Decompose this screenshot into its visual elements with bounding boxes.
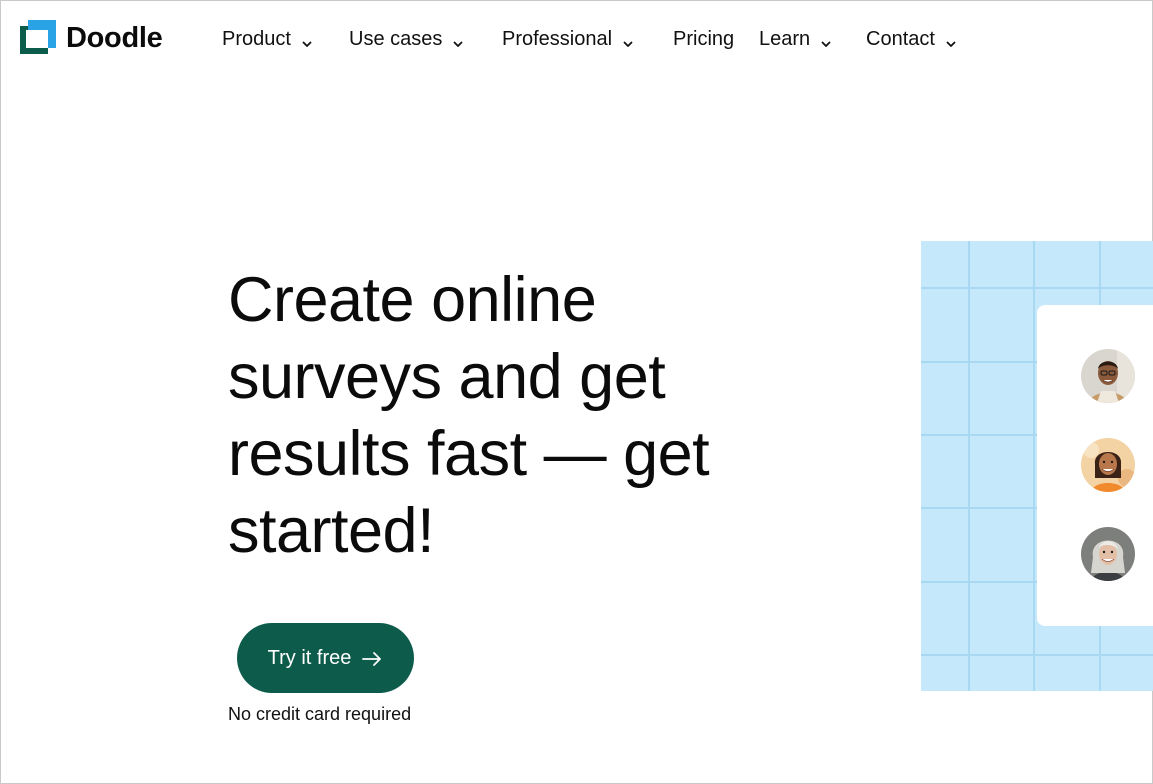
hero-title-line: Create online: [228, 265, 597, 335]
no-credit-card-note: No credit card required: [228, 704, 412, 724]
brand-name: Doodle: [66, 22, 163, 54]
avatar: [1081, 349, 1135, 403]
doodle-logo-icon: [20, 20, 56, 56]
nav-item-label: Use cases: [349, 27, 443, 50]
chevron-down-icon: [945, 33, 957, 47]
try-it-free-button[interactable]: Try it free: [237, 623, 414, 693]
nav-item-pricing[interactable]: Pricing: [673, 24, 734, 54]
participants-card: [1037, 305, 1153, 626]
chevron-down-icon: [820, 33, 832, 47]
grid-line: [921, 287, 1153, 289]
nav-item-contact[interactable]: Contact: [866, 24, 957, 54]
nav-item-label: Learn: [759, 27, 811, 50]
nav-item-professional[interactable]: Professional: [502, 24, 634, 54]
nav-item-label: Product: [222, 27, 291, 50]
grid-line: [968, 241, 970, 691]
nav-item-label: Pricing: [673, 27, 735, 50]
nav-item-use-cases[interactable]: Use cases: [349, 24, 464, 54]
chevron-down-icon: [452, 33, 464, 47]
hero-title-line: surveys and get: [228, 342, 666, 412]
nav-item-learn[interactable]: Learn: [759, 24, 832, 54]
doodle-logo[interactable]: Doodle: [20, 20, 163, 56]
cta-label: Try it free: [267, 646, 352, 669]
nav-item-product[interactable]: Product: [222, 24, 313, 54]
grid-line: [921, 654, 1153, 656]
site-header: Doodle Product Use cases Professional Pr…: [0, 0, 1153, 78]
arrow-right-icon: [361, 650, 383, 666]
avatar: [1081, 527, 1135, 581]
grid-line: [1033, 241, 1035, 691]
hero-title-line: results fast — get: [228, 419, 710, 489]
avatar: [1081, 438, 1135, 492]
nav-item-label: Professional: [502, 27, 613, 50]
hero-title: Create online surveys and get results fa…: [228, 262, 788, 570]
nav-item-label: Contact: [866, 27, 935, 50]
hero-title-line: started!: [228, 496, 435, 566]
chevron-down-icon: [301, 33, 313, 47]
hero-illustration: [921, 241, 1153, 691]
chevron-down-icon: [622, 33, 634, 47]
